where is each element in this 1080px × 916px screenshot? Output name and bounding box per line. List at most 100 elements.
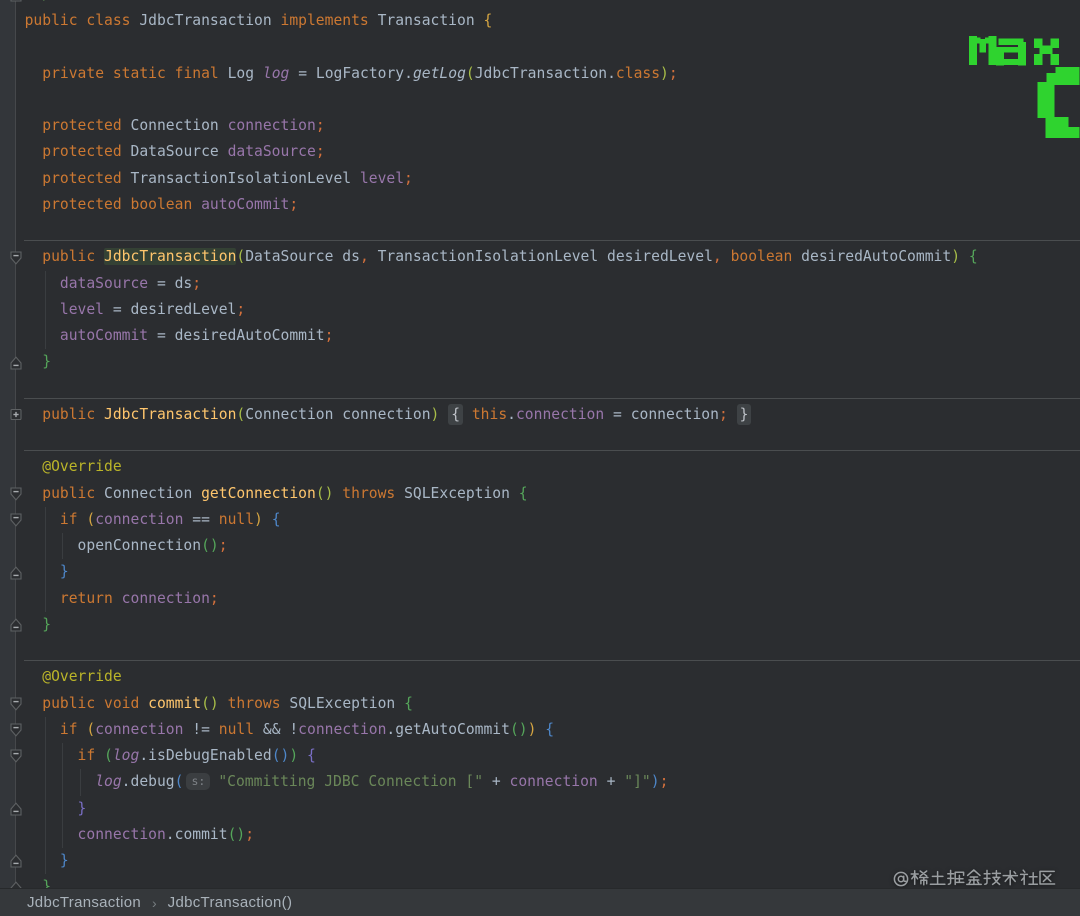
fold-marker-down-icon[interactable] (9, 696, 23, 712)
folded-region-placeholder[interactable]: } (736, 403, 752, 425)
code-line-10[interactable]: public JdbcTransaction(DataSource ds, Tr… (0, 244, 1080, 270)
code-token: commit (148, 694, 202, 712)
code-token: } (59, 563, 69, 581)
fold-marker-down-icon[interactable] (9, 722, 23, 738)
code-token: connection (509, 773, 598, 791)
code-token: ) (951, 248, 961, 266)
code-line-2[interactable] (0, 34, 1080, 60)
breadcrumb-method[interactable]: JdbcTransaction() (168, 894, 293, 911)
fold-marker-plus-icon[interactable] (9, 407, 23, 423)
code-line-18[interactable]: @Override (0, 454, 1080, 480)
code-token: TransactionIsolationLevel desiredLevel (368, 248, 713, 266)
fold-marker-down-icon[interactable] (9, 250, 23, 266)
code-token: ; (315, 143, 325, 161)
code-line-12[interactable]: level = desiredLevel; (0, 297, 1080, 323)
code-line-6[interactable]: protected DataSource dataSource; (0, 139, 1080, 165)
code-token: if (77, 747, 96, 765)
code-line-30[interactable]: log.debug(s: "Committing JDBC Connection … (0, 769, 1080, 795)
code-token: null (218, 510, 255, 528)
code-line-3[interactable]: private static final Log log = LogFactor… (0, 61, 1080, 87)
code-token: ; (209, 589, 219, 607)
code-line-21[interactable]: openConnection(); (0, 533, 1080, 559)
code-token: void (104, 694, 140, 712)
code-line-24[interactable]: } (0, 612, 1080, 638)
code-token: autoCommit (201, 195, 290, 213)
code-line-23[interactable]: return connection; (0, 586, 1080, 612)
code-line-22[interactable]: } (0, 559, 1080, 585)
code-token: ( (104, 747, 113, 765)
code-token: connection (77, 825, 166, 843)
code-token: private (42, 64, 105, 82)
code-line-29[interactable]: if (log.isDebugEnabled()) { (0, 743, 1080, 769)
code-token: ; (404, 169, 413, 187)
code-token: .getAutoCommit (386, 720, 510, 738)
fold-marker-up-icon[interactable] (9, 801, 23, 817)
code-token: ) (254, 510, 263, 528)
code-token: public (42, 405, 96, 423)
code-line-1[interactable]: public class JdbcTransaction implements … (0, 8, 1080, 34)
code-token: != (183, 720, 219, 738)
code-line-11[interactable]: dataSource = ds; (0, 271, 1080, 297)
code-line-4[interactable] (0, 87, 1080, 113)
code-token: TransactionIsolationLevel (121, 169, 360, 187)
code-line-14[interactable]: } (0, 349, 1080, 375)
fold-marker-up-icon[interactable] (9, 853, 23, 869)
code-token: = connection (604, 405, 719, 423)
fold-marker-up-icon[interactable] (9, 565, 23, 581)
code-token: boolean (130, 195, 193, 213)
code-line-28[interactable]: if (connection != null && !connection.ge… (0, 717, 1080, 743)
fold-marker-up-icon[interactable] (9, 0, 23, 3)
fold-marker-down-icon[interactable] (9, 486, 23, 502)
code-line-16[interactable]: public JdbcTransaction(Connection connec… (0, 402, 1080, 428)
code-token: autoCommit (59, 327, 149, 345)
code-token: static (112, 64, 166, 82)
code-token: protected (42, 169, 122, 187)
code-line-20[interactable]: if (connection == null) { (0, 507, 1080, 533)
code-line-5[interactable]: protected Connection connection; (0, 113, 1080, 139)
folded-region-placeholder[interactable]: { (448, 403, 464, 425)
method-separator-line (24, 397, 1080, 399)
code-line-7[interactable]: protected TransactionIsolationLevel leve… (0, 166, 1080, 192)
code-token: ( (86, 720, 96, 738)
code-line-0[interactable]: */ (0, 0, 1080, 8)
code-token: Connection connection (245, 405, 431, 423)
code-token: { (518, 484, 528, 502)
fold-marker-up-icon[interactable] (9, 355, 23, 371)
breadcrumb-class[interactable]: JdbcTransaction (27, 894, 141, 911)
fold-marker-down-icon[interactable] (9, 512, 23, 528)
code-line-26[interactable]: @Override (0, 664, 1080, 690)
code-line-8[interactable]: protected boolean autoCommit; (0, 192, 1080, 218)
code-token: public (42, 694, 96, 712)
fold-marker-up-icon[interactable] (9, 617, 23, 633)
code-token: if (59, 720, 78, 738)
code-line-13[interactable]: autoCommit = desiredAutoCommit; (0, 323, 1080, 349)
code-line-19[interactable]: public Connection getConnection() throws… (0, 481, 1080, 507)
code-token: implements (280, 12, 369, 30)
code-token: connection (298, 720, 387, 738)
code-token: level (59, 300, 105, 318)
code-line-33[interactable]: } (0, 848, 1080, 874)
code-line-31[interactable]: } (0, 796, 1080, 822)
code-token: } (42, 615, 52, 633)
identifier-under-caret-highlight[interactable]: JdbcTransaction (104, 248, 237, 266)
fold-marker-down-icon[interactable] (9, 748, 23, 764)
code-token: log (262, 64, 290, 82)
code-line-32[interactable]: connection.commit(); (0, 822, 1080, 848)
code-line-27[interactable]: public void commit() throws SQLException… (0, 691, 1080, 717)
